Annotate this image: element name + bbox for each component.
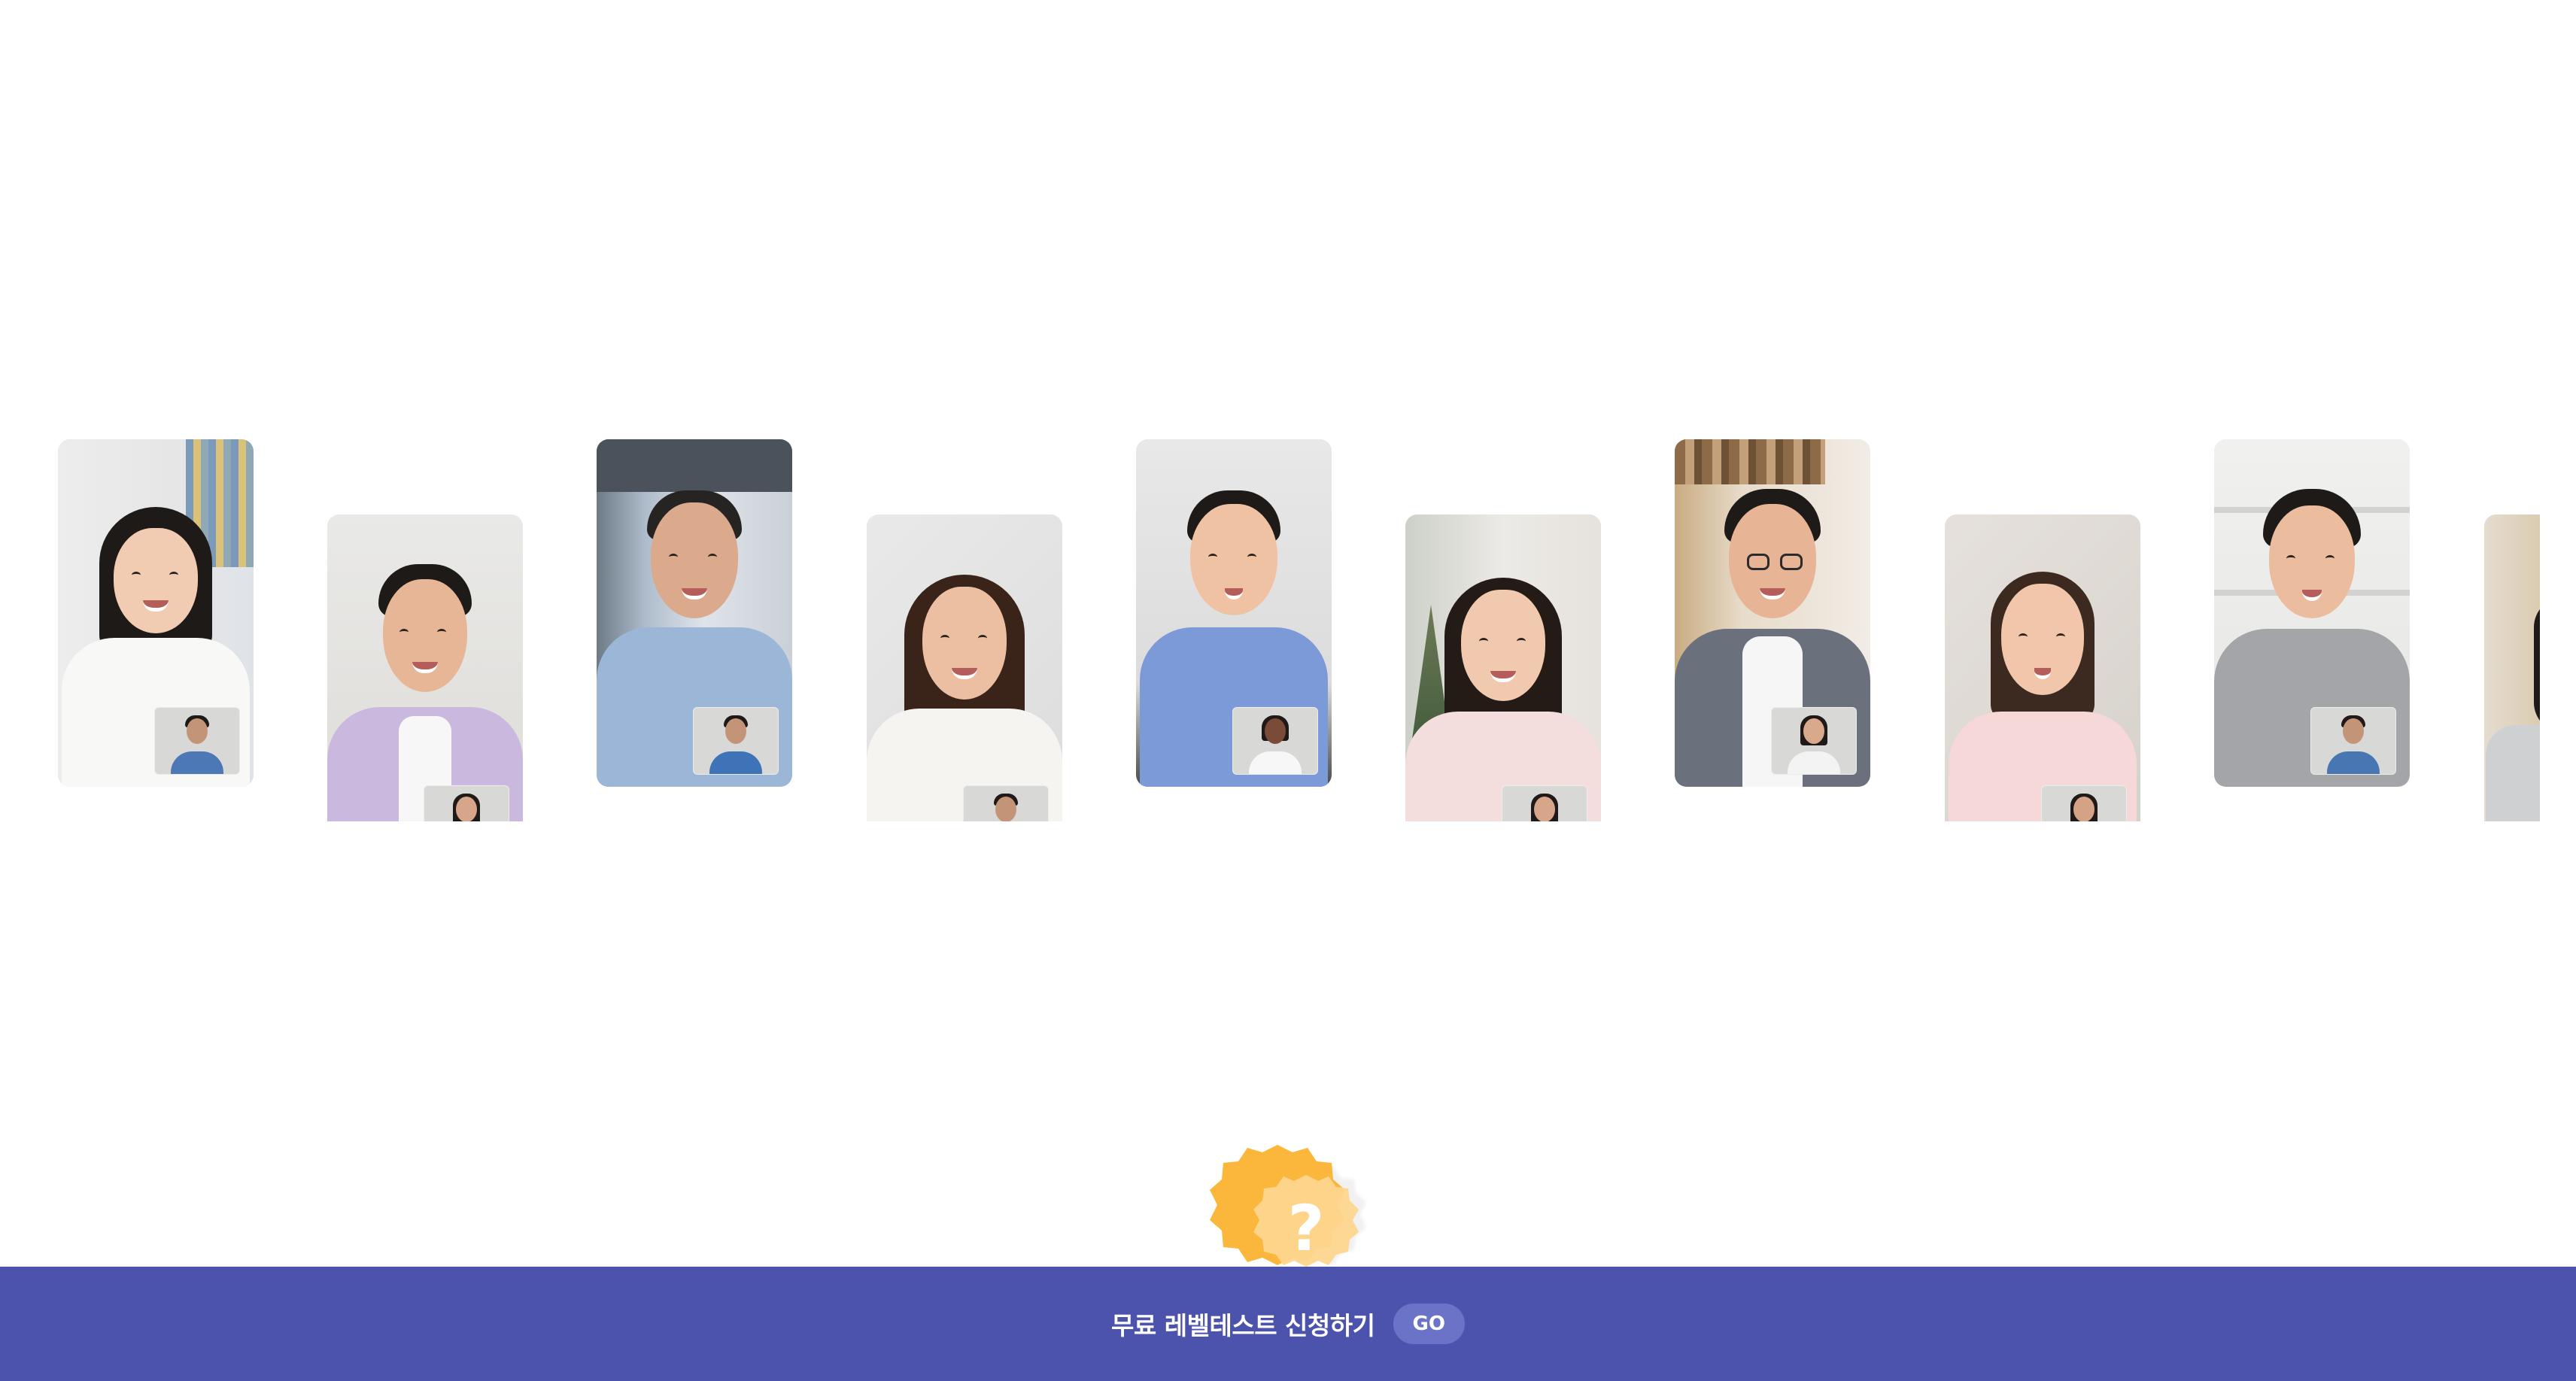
picture-in-picture-tutor	[1232, 707, 1318, 775]
video-card-4[interactable]	[867, 514, 1062, 821]
picture-in-picture-tutor	[424, 785, 509, 821]
picture-in-picture-tutor	[1502, 785, 1587, 821]
question-badge-icon: ?	[1195, 1133, 1390, 1283]
page: ? 무료 레벨테스트 신청하기 GO	[0, 0, 2576, 1381]
video-card-10[interactable]	[2484, 514, 2540, 821]
free-level-test-cta-bar[interactable]: 무료 레벨테스트 신청하기 GO	[0, 1267, 2576, 1381]
picture-in-picture-tutor	[693, 707, 779, 775]
video-card-7[interactable]	[1675, 439, 1870, 787]
picture-in-picture-tutor	[963, 785, 1049, 821]
picture-in-picture-tutor	[2310, 707, 2396, 775]
video-card-9[interactable]	[2214, 439, 2410, 787]
video-card-1[interactable]	[58, 439, 254, 787]
video-card-2[interactable]	[327, 514, 523, 821]
picture-in-picture-tutor	[2041, 785, 2127, 821]
go-button[interactable]: GO	[1393, 1304, 1465, 1344]
picture-in-picture-tutor	[154, 707, 240, 775]
tutor-video-carousel[interactable]	[0, 436, 2540, 827]
picture-in-picture-tutor	[1771, 707, 1857, 775]
video-card-3[interactable]	[597, 439, 792, 787]
video-card-6[interactable]	[1405, 514, 1601, 821]
question-mark: ?	[1288, 1191, 1325, 1265]
video-card-5[interactable]	[1136, 439, 1332, 787]
cta-text[interactable]: 무료 레벨테스트 신청하기	[1111, 1306, 1375, 1342]
video-card-8[interactable]	[1945, 514, 2140, 821]
